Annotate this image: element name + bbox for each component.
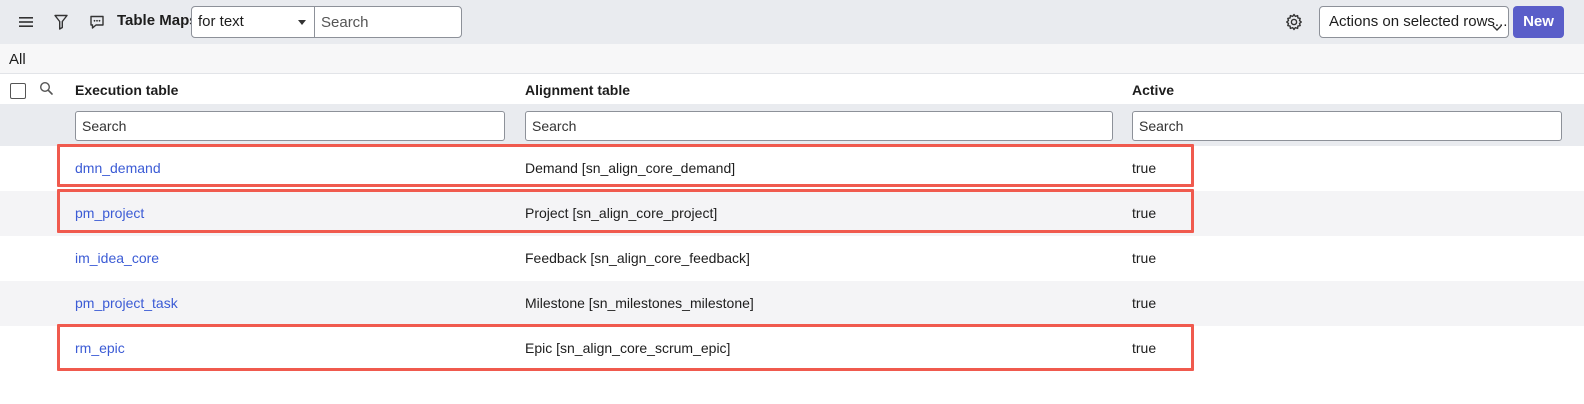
alignment-table-value: Milestone [sn_milestones_milestone]	[525, 295, 754, 311]
execution-table-link[interactable]: rm_epic	[75, 340, 125, 356]
active-value: true	[1132, 250, 1157, 266]
execution-table-link[interactable]: pm_project_task	[75, 295, 178, 311]
execution-table-link[interactable]: pm_project	[75, 205, 144, 221]
list-search-input[interactable]	[314, 6, 462, 38]
active-value: true	[1132, 340, 1157, 356]
execution-table-link[interactable]: im_idea_core	[75, 250, 159, 266]
breadcrumb-all[interactable]: All	[9, 51, 26, 68]
column-header-active[interactable]: Active	[1132, 82, 1174, 98]
active-value: true	[1132, 295, 1157, 311]
column-header-row: Execution table Alignment table Active	[0, 74, 1584, 104]
alignment-filter-input[interactable]	[525, 111, 1113, 141]
alignment-table-value: Demand [sn_align_core_demand]	[525, 160, 736, 176]
gear-icon[interactable]	[1282, 10, 1306, 34]
page-title: Table Maps	[117, 12, 198, 29]
alignment-table-value: Epic [sn_align_core_scrum_epic]	[525, 340, 731, 356]
table-row: rm_epic Epic [sn_align_core_scrum_epic] …	[0, 326, 1584, 371]
new-button[interactable]: New	[1513, 6, 1564, 38]
actions-select[interactable]: Actions on selected rows...	[1319, 6, 1509, 38]
active-value: true	[1132, 205, 1157, 221]
select-all-checkbox[interactable]	[10, 83, 26, 99]
table-row: pm_project Project [sn_align_core_projec…	[0, 191, 1584, 236]
comment-icon[interactable]	[85, 10, 109, 34]
search-icon[interactable]	[39, 81, 54, 101]
chevron-down-icon	[1491, 15, 1503, 45]
column-header-execution[interactable]: Execution table	[75, 82, 178, 98]
execution-table-link[interactable]: dmn_demand	[75, 160, 161, 176]
alignment-table-value: Project [sn_align_core_project]	[525, 205, 718, 221]
search-field-select[interactable]: for text	[191, 6, 315, 38]
actions-select-label: Actions on selected rows...	[1329, 13, 1508, 30]
table-row: im_idea_core Feedback [sn_align_core_fee…	[0, 236, 1584, 281]
active-filter-input[interactable]	[1132, 111, 1562, 141]
breadcrumb: All	[0, 44, 1584, 74]
column-header-alignment[interactable]: Alignment table	[525, 82, 630, 98]
table-row: dmn_demand Demand [sn_align_core_demand]…	[0, 146, 1584, 191]
hamburger-menu-icon[interactable]	[14, 10, 38, 34]
execution-filter-input[interactable]	[75, 111, 505, 141]
column-filter-row	[0, 104, 1584, 146]
search-field-value: for text	[198, 13, 244, 30]
table-row: pm_project_task Milestone [sn_milestones…	[0, 281, 1584, 326]
dropdown-caret-icon	[298, 20, 306, 25]
active-value: true	[1132, 160, 1157, 176]
list-header: Table Maps for text Actions on selected …	[0, 0, 1584, 44]
filter-icon[interactable]	[49, 10, 73, 34]
alignment-table-value: Feedback [sn_align_core_feedback]	[525, 250, 750, 266]
